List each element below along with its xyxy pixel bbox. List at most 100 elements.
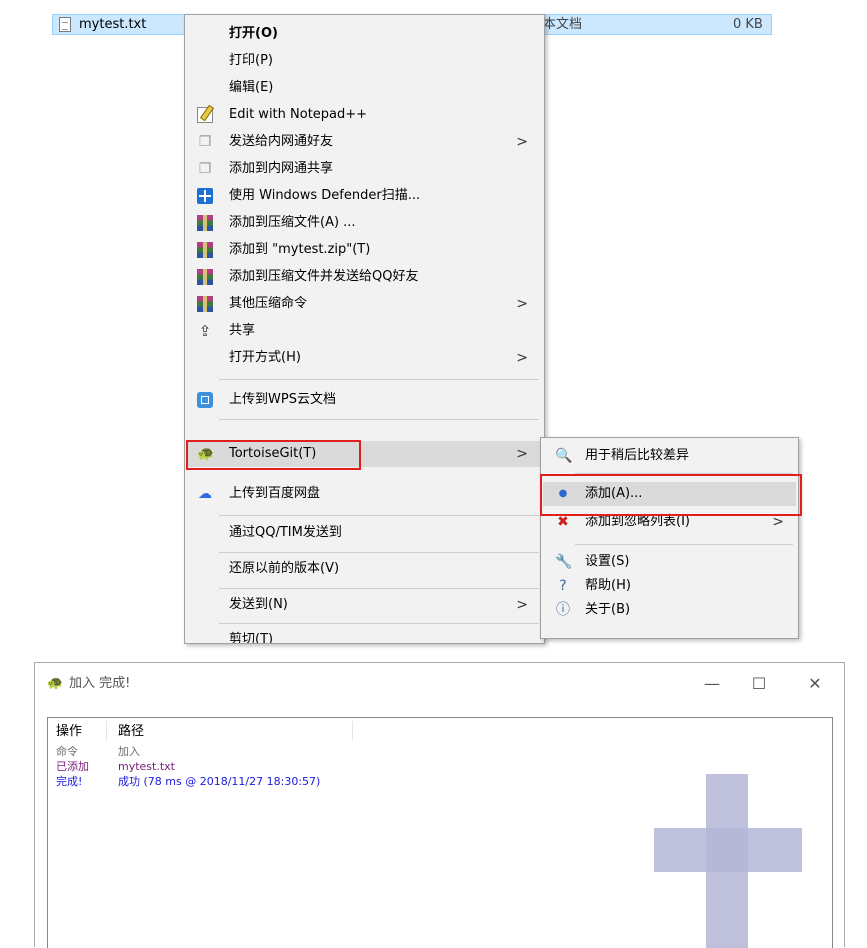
submenu-item-label: 关于(B) [585, 602, 631, 617]
log-path: 加入 [118, 745, 140, 758]
menu-item-send-feiq[interactable]: ❐ 发送给内网通好友 > [187, 129, 542, 155]
chevron-right-icon: > [516, 134, 528, 150]
submenu-item-settings[interactable]: 🔧 设置(S) [543, 550, 796, 574]
winrar-icon [197, 215, 213, 231]
column-header: 操作 路径 [48, 718, 832, 744]
magnifier-icon: 🔍 [555, 448, 573, 464]
tortoisegit-icon: 🐢 [47, 676, 64, 691]
tortoisegit-highlight-box [186, 440, 361, 470]
column-header-path[interactable]: 路径 [118, 723, 144, 741]
chevron-right-icon: > [516, 446, 528, 462]
submenu-item-label: 帮助(H) [585, 578, 631, 593]
share-icon: ⇪ [198, 322, 212, 340]
menu-item-add-zip-qq[interactable]: 添加到压缩文件并发送给QQ好友 [187, 264, 542, 290]
settings-wrench-icon: 🔧 [555, 554, 573, 570]
result-list[interactable]: 操作 路径 命令 加入 已添加 mytest.txt 完成! 成功 (78 ms… [47, 717, 833, 948]
menu-item-print[interactable]: 打印(P) [187, 48, 542, 74]
menu-item-label: 打印(P) [229, 53, 273, 68]
menu-item-label: 添加到压缩文件并发送给QQ好友 [229, 269, 419, 284]
help-question-icon: ? [559, 578, 567, 594]
winrar-icon [197, 296, 213, 312]
add-highlight-box [540, 474, 802, 516]
menu-item-label: 上传到百度网盘 [229, 486, 321, 501]
menu-item-label: 编辑(E) [229, 80, 274, 95]
defender-shield-icon [197, 188, 213, 204]
menu-item-label: 发送给内网通好友 [229, 134, 334, 149]
menu-item-open-with[interactable]: 打开方式(H) > [187, 345, 542, 371]
feiq-share-icon: ❐ [198, 161, 212, 177]
dialog-titlebar[interactable]: 🐢 加入 完成! — ☐ ✕ [35, 663, 844, 705]
menu-item-label: 发送到(N) [229, 597, 288, 612]
menu-item-label: 添加到压缩文件(A) ... [229, 215, 356, 230]
close-button[interactable]: ✕ [792, 669, 838, 699]
menu-separator [219, 379, 539, 380]
menu-item-label: 使用 Windows Defender扫描... [229, 188, 421, 203]
menu-item-label: 打开(O) [229, 26, 278, 41]
submenu-item-label: 设置(S) [585, 554, 630, 569]
submenu-separator [575, 544, 793, 545]
menu-separator [219, 623, 539, 624]
winrar-icon [197, 269, 213, 285]
ignore-list-icon: ✖ [557, 514, 569, 530]
chevron-right-icon: > [516, 597, 528, 613]
column-divider [352, 721, 353, 741]
menu-item-notepadpp[interactable]: Edit with Notepad++ [187, 102, 542, 128]
about-info-icon: ⓘ [556, 602, 570, 618]
menu-item-label: 其他压缩命令 [229, 296, 308, 311]
menu-item-other-compress[interactable]: 其他压缩命令 > [187, 291, 542, 317]
file-type: 本文档 [543, 17, 583, 32]
submenu-item-about[interactable]: ⓘ 关于(B) [543, 598, 796, 622]
submenu-item-diff-later[interactable]: 🔍 用于稍后比较差异 [543, 444, 796, 468]
winrar-icon [197, 242, 213, 258]
log-path: mytest.txt [118, 760, 175, 773]
menu-item-defender[interactable]: 使用 Windows Defender扫描... [187, 183, 542, 209]
menu-item-add-archive[interactable]: 添加到压缩文件(A) ... [187, 210, 542, 236]
menu-item-send-to[interactable]: 发送到(N) > [187, 592, 542, 618]
submenu-item-help[interactable]: ? 帮助(H) [543, 574, 796, 598]
submenu-item-label: 用于稍后比较差异 [585, 448, 690, 463]
menu-item-label: 剪切(T) [229, 632, 274, 644]
menu-item-label: Edit with Notepad++ [229, 107, 368, 122]
tortoisegit-submenu: 🔍 用于稍后比较差异 ● 添加(A)... ✖ 添加到忽略列表(I) > 🔧 设… [540, 437, 799, 639]
menu-item-cut[interactable]: 剪切(T) [187, 627, 542, 644]
context-menu: 打开(O) 打印(P) 编辑(E) Edit with Notepad++ ❐ … [184, 14, 545, 644]
column-header-action[interactable]: 操作 [56, 723, 82, 741]
text-file-icon [59, 17, 71, 32]
menu-separator [219, 552, 539, 553]
menu-item-label: 打开方式(H) [229, 350, 301, 365]
log-action: 命令 [56, 745, 78, 758]
chevron-right-icon: > [516, 296, 528, 312]
maximize-button[interactable]: ☐ [736, 669, 782, 699]
menu-item-label: 通过QQ/TIM发送到 [229, 525, 342, 540]
menu-item-restore-previous[interactable]: 还原以前的版本(V) [187, 556, 542, 582]
dialog-title: 加入 完成! [69, 676, 131, 691]
notepadpp-icon [197, 107, 213, 123]
log-action: 已添加 [56, 760, 89, 773]
menu-item-label: 共享 [229, 323, 256, 338]
menu-separator [219, 419, 539, 420]
menu-item-wps-upload[interactable]: 上传到WPS云文档 [187, 387, 542, 413]
menu-item-edit[interactable]: 编辑(E) [187, 75, 542, 101]
file-size: 0 KB [733, 17, 763, 32]
menu-separator [219, 588, 539, 589]
add-plus-watermark-icon [654, 828, 802, 872]
menu-item-share[interactable]: ⇪ 共享 [187, 318, 542, 344]
menu-separator [219, 515, 539, 516]
file-name: mytest.txt [79, 17, 147, 32]
minimize-button[interactable]: — [689, 669, 735, 699]
menu-item-open[interactable]: 打开(O) [187, 21, 542, 47]
menu-item-label: 上传到WPS云文档 [229, 392, 336, 407]
menu-item-send-qq-tim[interactable]: 通过QQ/TIM发送到 [187, 520, 542, 546]
chevron-right-icon: > [516, 350, 528, 366]
wps-cloud-icon [197, 392, 213, 408]
add-finished-dialog: 🐢 加入 完成! — ☐ ✕ 操作 路径 命令 加入 已添加 mytest.tx… [34, 662, 845, 948]
baidu-netdisk-icon: ☁ [198, 486, 212, 502]
feiq-icon: ❐ [198, 134, 212, 150]
log-path: 成功 (78 ms @ 2018/11/27 18:30:57) [118, 775, 321, 788]
column-divider [106, 721, 107, 741]
menu-item-label: 添加到内网通共享 [229, 161, 334, 176]
menu-item-add-zip[interactable]: 添加到 "mytest.zip"(T) [187, 237, 542, 263]
log-action: 完成! [56, 775, 83, 788]
menu-item-baidu-upload[interactable]: ☁ 上传到百度网盘 [187, 481, 542, 507]
menu-item-add-feiq-share[interactable]: ❐ 添加到内网通共享 [187, 156, 542, 182]
